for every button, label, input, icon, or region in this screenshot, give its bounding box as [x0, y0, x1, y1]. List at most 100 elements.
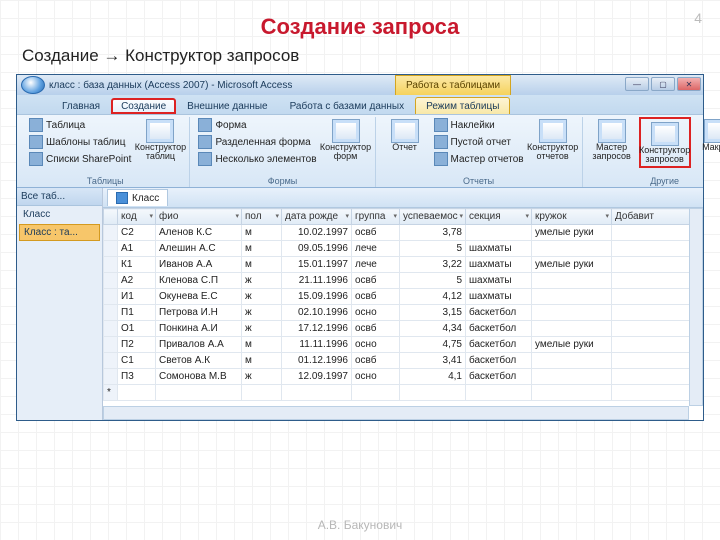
cell[interactable]: 09.05.1996 [282, 241, 352, 257]
cell[interactable]: баскетбол [466, 353, 532, 369]
cell[interactable] [532, 353, 612, 369]
tab-home[interactable]: Главная [51, 97, 111, 114]
cell[interactable]: Окунева Е.С [156, 289, 242, 305]
cell[interactable]: ж [242, 369, 282, 385]
tab-datasheet[interactable]: Режим таблицы [415, 97, 510, 114]
new-record-row[interactable]: * [104, 385, 703, 401]
cell[interactable]: 3,15 [400, 305, 466, 321]
cell[interactable]: Аленов К.С [156, 225, 242, 241]
table-row[interactable]: П2Привалов А.Ам11.11.1996осно4,75баскетб… [104, 337, 703, 353]
cell[interactable]: Кленова С.П [156, 273, 242, 289]
cell[interactable]: Сомонова М.В [156, 369, 242, 385]
cell[interactable]: баскетбол [466, 321, 532, 337]
cell[interactable]: П1 [118, 305, 156, 321]
cell[interactable] [466, 225, 532, 241]
cell[interactable]: баскетбол [466, 337, 532, 353]
cell[interactable]: м [242, 225, 282, 241]
datasheet-grid[interactable]: код▾фио▾пол▾дата рожде▾группа▾успеваемос… [103, 208, 703, 401]
table-row[interactable]: О1Понкина А.Иж17.12.1996освб4,34баскетбо… [104, 321, 703, 337]
btn-blank-report[interactable]: Пустой отчет [432, 134, 526, 150]
cell[interactable]: 3,78 [400, 225, 466, 241]
cell[interactable]: 3,41 [400, 353, 466, 369]
cell[interactable]: м [242, 353, 282, 369]
cell[interactable]: Привалов А.А [156, 337, 242, 353]
cell[interactable]: м [242, 337, 282, 353]
column-header[interactable]: секция▾ [466, 209, 532, 225]
dropdown-icon[interactable]: ▾ [345, 212, 349, 220]
btn-form-design[interactable]: Конструктор форм [323, 117, 369, 162]
context-tab-table-tools[interactable]: Работа с таблицами [395, 75, 511, 95]
cell[interactable]: умелые руки [532, 337, 612, 353]
cell[interactable]: ж [242, 305, 282, 321]
cell[interactable]: 17.12.1996 [282, 321, 352, 337]
nav-item-class-table[interactable]: Класс : та... [19, 224, 100, 241]
dropdown-icon[interactable]: ▾ [149, 212, 153, 220]
cell[interactable]: м [242, 241, 282, 257]
table-row[interactable]: С1Светов А.Км01.12.1996освб3,41баскетбол [104, 353, 703, 369]
btn-macro[interactable]: Макрос [695, 117, 720, 152]
btn-query-design[interactable]: Конструктор запросов [642, 120, 688, 165]
office-button[interactable] [21, 76, 45, 94]
cell[interactable]: лече [352, 241, 400, 257]
minimize-button[interactable]: — [625, 77, 649, 91]
column-header[interactable]: код▾ [118, 209, 156, 225]
cell[interactable]: П3 [118, 369, 156, 385]
tab-database-tools[interactable]: Работа с базами данных [279, 97, 416, 114]
cell[interactable]: ж [242, 321, 282, 337]
cell[interactable]: освб [352, 321, 400, 337]
cell[interactable]: ж [242, 289, 282, 305]
dropdown-icon[interactable]: ▾ [393, 212, 397, 220]
btn-multiple-items[interactable]: Несколько элементов [196, 151, 318, 167]
cell[interactable]: 01.12.1996 [282, 353, 352, 369]
btn-table-templates[interactable]: Шаблоны таблиц [27, 134, 133, 150]
cell[interactable]: 12.09.1997 [282, 369, 352, 385]
cell[interactable]: О1 [118, 321, 156, 337]
dropdown-icon[interactable]: ▾ [525, 212, 529, 220]
cell[interactable]: 02.10.1996 [282, 305, 352, 321]
table-row[interactable]: А1Алешин А.См09.05.1996лече5шахматы [104, 241, 703, 257]
column-header[interactable]: дата рожде▾ [282, 209, 352, 225]
btn-report-wizard[interactable]: Мастер отчетов [432, 151, 526, 167]
cell[interactable] [532, 305, 612, 321]
cell[interactable]: освб [352, 353, 400, 369]
cell[interactable]: 10.02.1997 [282, 225, 352, 241]
dropdown-icon[interactable]: ▾ [459, 212, 463, 220]
cell[interactable]: 5 [400, 241, 466, 257]
cell[interactable]: Понкина А.И [156, 321, 242, 337]
column-header[interactable]: кружок▾ [532, 209, 612, 225]
cell[interactable]: Светов А.К [156, 353, 242, 369]
btn-table[interactable]: Таблица [27, 117, 133, 133]
table-row[interactable]: К1Иванов А.Ам15.01.1997лече3,22шахматыум… [104, 257, 703, 273]
cell[interactable]: С1 [118, 353, 156, 369]
cell[interactable] [532, 241, 612, 257]
btn-report-design[interactable]: Конструктор отчетов [530, 117, 576, 162]
table-row[interactable]: И1Окунева Е.Сж15.09.1996освб4,12шахматы [104, 289, 703, 305]
column-header[interactable]: фио▾ [156, 209, 242, 225]
cell[interactable]: 4,1 [400, 369, 466, 385]
horizontal-scrollbar[interactable] [103, 406, 689, 420]
cell[interactable]: 4,75 [400, 337, 466, 353]
btn-report[interactable]: Отчет [382, 117, 428, 152]
table-row[interactable]: П3Сомонова М.Вж12.09.1997осно4,1баскетбо… [104, 369, 703, 385]
cell[interactable]: 15.01.1997 [282, 257, 352, 273]
close-button[interactable]: ✕ [677, 77, 701, 91]
cell[interactable] [532, 273, 612, 289]
cell[interactable]: освб [352, 273, 400, 289]
column-header[interactable]: успеваемос▾ [400, 209, 466, 225]
cell[interactable]: 3,22 [400, 257, 466, 273]
btn-table-design[interactable]: Конструктор таблиц [137, 117, 183, 162]
maximize-button[interactable]: ▢ [651, 77, 675, 91]
cell[interactable]: ж [242, 273, 282, 289]
cell[interactable]: Петрова И.Н [156, 305, 242, 321]
dropdown-icon[interactable]: ▾ [235, 212, 239, 220]
cell[interactable]: П2 [118, 337, 156, 353]
btn-sharepoint-lists[interactable]: Списки SharePoint [27, 151, 133, 167]
cell[interactable]: шахматы [466, 257, 532, 273]
cell[interactable]: баскетбол [466, 369, 532, 385]
cell[interactable]: С2 [118, 225, 156, 241]
cell[interactable] [532, 369, 612, 385]
cell[interactable]: 11.11.1996 [282, 337, 352, 353]
cell[interactable] [532, 289, 612, 305]
cell[interactable]: И1 [118, 289, 156, 305]
cell[interactable]: Алешин А.С [156, 241, 242, 257]
